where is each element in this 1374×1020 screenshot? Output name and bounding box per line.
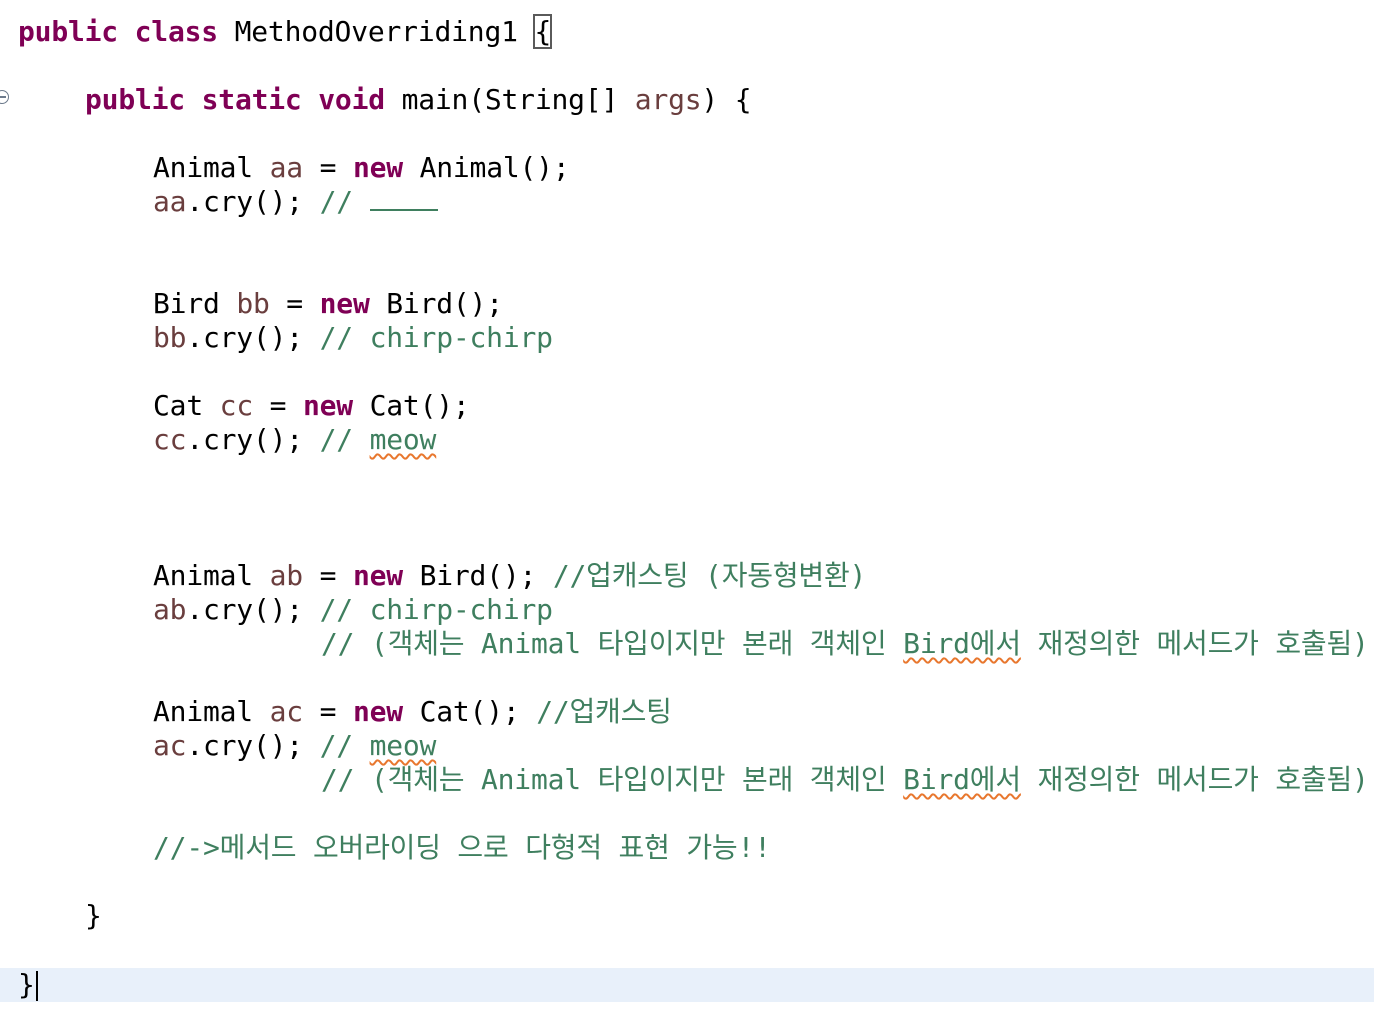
keyword: new xyxy=(352,559,403,592)
method-call: .cry(); xyxy=(186,423,320,456)
code-line-ac-cry[interactable]: ac.cry(); // meow xyxy=(153,729,436,763)
keyword: new xyxy=(319,287,370,320)
parameter-name: args xyxy=(634,83,702,116)
variable-name: ac xyxy=(153,729,187,762)
code-line-bird-bb[interactable]: Bird bb = new Bird(); xyxy=(153,287,503,321)
spellcheck-word[interactable]: meow xyxy=(370,729,437,762)
comment: // chirp-chirp xyxy=(319,321,553,354)
code-line-class-declaration[interactable]: public class MethodOverriding1 { xyxy=(18,14,553,49)
code-line-bb-cry[interactable]: bb.cry(); // chirp-chirp xyxy=(153,321,553,355)
type-name: Bird xyxy=(153,287,220,320)
comment: // chirp-chirp xyxy=(319,593,553,626)
text-cursor xyxy=(35,971,38,1001)
code-line-comment-explanation[interactable]: // (객체는 Animal 타입이지만 본래 객체인 Bird에서 재정의한 … xyxy=(321,763,1369,797)
method-call: .cry(); xyxy=(186,729,320,762)
spellcheck-word[interactable]: meow xyxy=(370,423,437,456)
comment: // (객체는 Animal 타입이지만 본래 객체인 xyxy=(321,763,904,796)
code-line-ab-cry[interactable]: ab.cry(); // chirp-chirp xyxy=(153,593,553,627)
variable-name: aa xyxy=(153,185,187,218)
type-name: Animal xyxy=(153,559,253,592)
spellcheck-word[interactable]: Bird에서 xyxy=(903,763,1021,796)
variable-name: ab xyxy=(153,593,187,626)
type-name: Cat xyxy=(153,389,203,422)
constructor-call: Animal(); xyxy=(402,151,570,184)
closing-brace: } xyxy=(85,899,102,932)
code-editor[interactable]: public class MethodOverriding1 { public … xyxy=(0,0,1374,1020)
code-line-animal-ac[interactable]: Animal ac = new Cat(); //업캐스팅 xyxy=(153,695,672,729)
comment: //->메서드 오버라이딩 으로 다형적 표현 가능!! xyxy=(153,831,771,864)
class-name: MethodOverriding1 xyxy=(234,15,518,48)
variable-name: bb xyxy=(236,287,270,320)
code-line-animal-aa[interactable]: Animal aa = new Animal(); xyxy=(153,151,570,185)
keyword: new xyxy=(352,151,403,184)
keyword: new xyxy=(302,389,353,422)
comment: //업캐스팅 (자동형변환) xyxy=(552,559,867,592)
method-call: .cry(); xyxy=(186,185,320,218)
code-line-summary-comment[interactable]: //->메서드 오버라이딩 으로 다형적 표현 가능!! xyxy=(153,831,771,865)
comment: // xyxy=(319,423,370,456)
variable-name: cc xyxy=(153,423,187,456)
method-signature-end: ) { xyxy=(701,83,752,116)
spellcheck-word[interactable]: Bird에서 xyxy=(903,627,1021,660)
comment: // xyxy=(319,185,370,218)
variable-name: bb xyxy=(153,321,187,354)
comment: //업캐스팅 xyxy=(536,695,672,728)
code-line-animal-ab[interactable]: Animal ab = new Bird(); //업캐스팅 (자동형변환) xyxy=(153,559,866,593)
method-signature: main(String[] xyxy=(401,83,635,116)
matching-brace: { xyxy=(533,14,553,49)
method-call: .cry(); xyxy=(186,593,320,626)
variable-name: aa xyxy=(269,151,304,184)
code-line-cc-cry[interactable]: cc.cry(); // meow xyxy=(153,423,436,457)
constructor-call: Cat(); xyxy=(352,389,470,422)
assign-operator: = xyxy=(252,389,303,422)
constructor-call: Cat(); xyxy=(402,695,537,728)
code-line-cat-cc[interactable]: Cat cc = new Cat(); xyxy=(153,389,470,423)
keyword: void xyxy=(318,83,385,116)
comment: // xyxy=(319,729,370,762)
comment: 재정의한 메서드가 호출됨) xyxy=(1020,627,1369,660)
variable-name: cc xyxy=(219,389,254,422)
variable-name: ab xyxy=(269,559,304,592)
current-line-highlight xyxy=(0,968,1374,1002)
type-name: Animal xyxy=(153,151,253,184)
comment: 재정의한 메서드가 호출됨) xyxy=(1020,763,1369,796)
keyword: class xyxy=(134,15,218,48)
assign-operator: = xyxy=(302,695,353,728)
variable-name: ac xyxy=(269,695,304,728)
code-line-aa-cry[interactable]: aa.cry(); // xyxy=(153,185,438,219)
fill-in-blank xyxy=(369,185,438,211)
keyword: new xyxy=(352,695,403,728)
keyword: public xyxy=(18,15,118,48)
code-line-comment-explanation[interactable]: // (객체는 Animal 타입이지만 본래 객체인 Bird에서 재정의한 … xyxy=(321,627,1369,661)
constructor-call: Bird(); xyxy=(402,559,553,592)
code-line-class-close[interactable]: } xyxy=(18,968,38,1002)
assign-operator: = xyxy=(269,287,320,320)
method-call: .cry(); xyxy=(186,321,320,354)
fold-collapse-icon[interactable] xyxy=(0,90,9,104)
assign-operator: = xyxy=(302,559,353,592)
type-name: Animal xyxy=(153,695,253,728)
assign-operator: = xyxy=(302,151,353,184)
constructor-call: Bird(); xyxy=(369,287,503,320)
keyword: public xyxy=(85,83,185,116)
comment: // (객체는 Animal 타입이지만 본래 객체인 xyxy=(321,627,904,660)
closing-brace: } xyxy=(18,968,35,1001)
code-line-main-method[interactable]: public static void main(String[] args) { xyxy=(85,83,752,117)
code-line-method-close[interactable]: } xyxy=(85,899,102,933)
keyword: static xyxy=(201,83,302,116)
